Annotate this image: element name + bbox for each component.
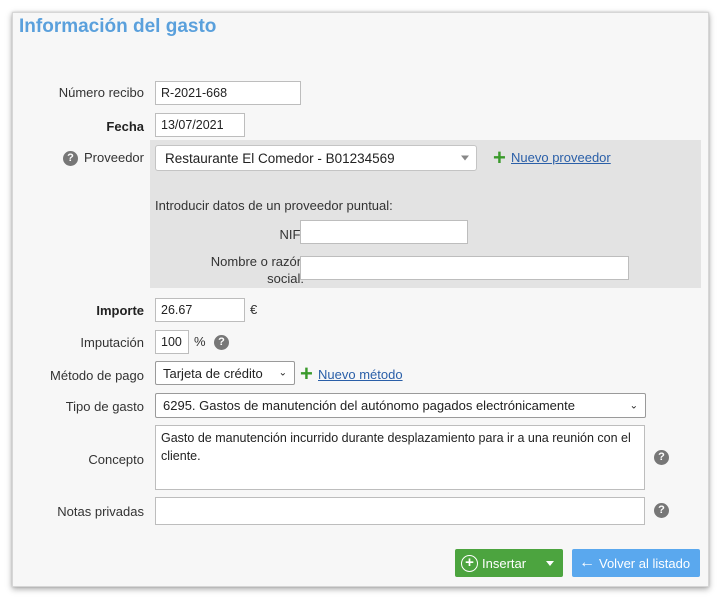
- payment-method-select[interactable]: Tarjeta de crédito ⌄: [155, 361, 295, 385]
- one-off-supplier-heading: Introducir datos de un proveedor puntual…: [155, 198, 393, 213]
- concept-textarea[interactable]: Gasto de manutención incurrido durante d…: [155, 425, 645, 490]
- expense-type-label: Tipo de gasto: [65, 399, 144, 414]
- currency-symbol: €: [250, 302, 258, 317]
- page-title: Información del gasto: [19, 16, 217, 37]
- concept-label: Concepto: [88, 452, 144, 467]
- allocation-help-icon[interactable]: ?: [214, 335, 229, 350]
- arrow-left-icon: ←: [579, 554, 595, 571]
- insert-button[interactable]: + Insertar: [455, 549, 563, 577]
- chevron-down-icon: [461, 155, 469, 161]
- business-name-input[interactable]: [300, 256, 629, 280]
- new-supplier-link[interactable]: Nuevo proveedor: [511, 150, 611, 165]
- private-notes-textarea[interactable]: [155, 497, 645, 525]
- chevron-down-icon: ⌄: [629, 400, 638, 411]
- plus-icon[interactable]: +: [493, 147, 506, 169]
- date-input[interactable]: [155, 113, 245, 137]
- payment-method-value: Tarjeta de crédito: [163, 365, 263, 381]
- nif-input[interactable]: [300, 220, 468, 244]
- date-label: Fecha: [106, 119, 144, 134]
- amount-input[interactable]: [155, 298, 245, 322]
- new-method-link[interactable]: Nuevo método: [318, 367, 403, 382]
- amount-label: Importe: [96, 303, 144, 318]
- insert-button-label: Insertar: [482, 555, 527, 571]
- expense-info-panel: Información del gasto Número recibo Fech…: [12, 12, 709, 587]
- private-notes-help-icon[interactable]: ?: [654, 503, 669, 518]
- supplier-help-icon[interactable]: ?: [63, 151, 78, 166]
- plus-circle-icon: +: [461, 554, 478, 572]
- percent-symbol: %: [194, 334, 206, 349]
- supplier-label: Proveedor: [84, 150, 144, 165]
- allocation-label: Imputación: [80, 335, 144, 350]
- chevron-down-icon: [546, 560, 554, 566]
- chevron-down-icon: ⌄: [278, 367, 287, 379]
- plus-icon[interactable]: +: [300, 363, 313, 385]
- concept-help-icon[interactable]: ?: [654, 450, 669, 465]
- business-name-label: Nombre o razón social:: [210, 254, 304, 286]
- expense-type-value: 6295. Gastos de manutención del autónomo…: [163, 398, 575, 413]
- supplier-select-value: Restaurante El Comedor - B01234569: [165, 150, 395, 166]
- back-to-list-button[interactable]: ← Volver al listado: [572, 549, 700, 577]
- insert-dropdown-toggle[interactable]: [537, 549, 563, 577]
- expense-type-select[interactable]: 6295. Gastos de manutención del autónomo…: [155, 393, 646, 418]
- receipt-number-input[interactable]: [155, 81, 301, 105]
- private-notes-label: Notas privadas: [57, 504, 144, 519]
- receipt-number-label: Número recibo: [58, 85, 144, 100]
- back-to-list-label: Volver al listado: [599, 555, 691, 571]
- payment-method-label: Método de pago: [50, 368, 144, 383]
- allocation-input[interactable]: [155, 330, 189, 354]
- supplier-select[interactable]: Restaurante El Comedor - B01234569: [155, 145, 477, 171]
